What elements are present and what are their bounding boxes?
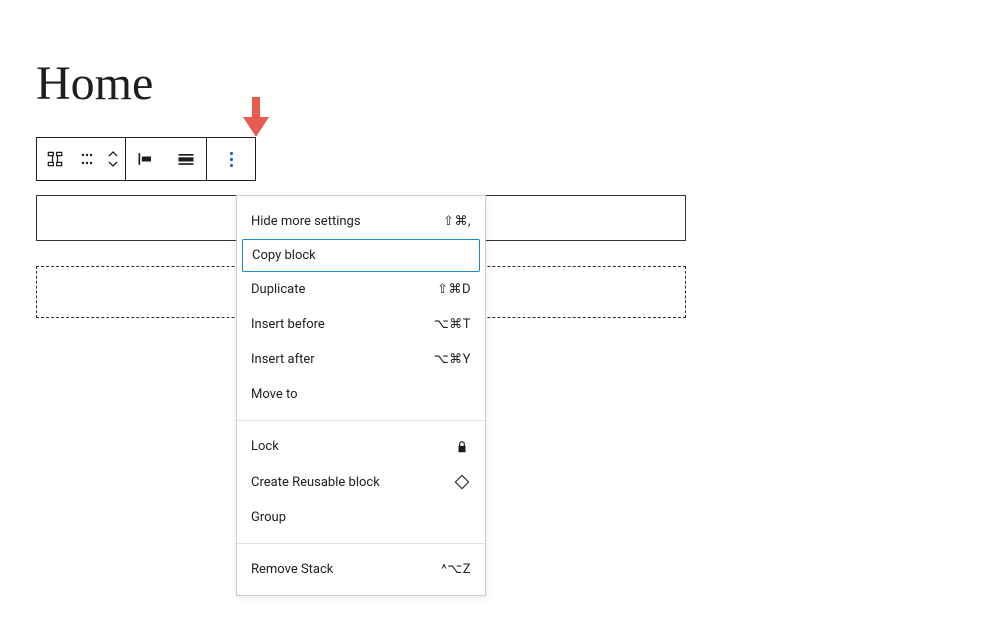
- toolbar-group-align: [126, 138, 207, 180]
- menu-item-shortcut: ⌥⌘T: [434, 317, 471, 332]
- toolbar-group-block: [37, 138, 126, 180]
- lock-icon: [453, 440, 471, 454]
- toolbar-group-more: [207, 138, 255, 180]
- menu-item-label: Hide more settings: [251, 214, 361, 229]
- menu-item-label: Move to: [251, 387, 298, 402]
- menu-remove-stack[interactable]: Remove Stack ^⌥Z: [237, 552, 485, 587]
- menu-item-label: Create Reusable block: [251, 475, 380, 490]
- more-vertical-icon: [230, 152, 233, 167]
- menu-item-label: Copy block: [252, 248, 316, 263]
- more-options-button[interactable]: [207, 138, 255, 180]
- reusable-icon: [453, 474, 471, 490]
- menu-item-shortcut: ⌥⌘Y: [434, 352, 471, 367]
- menu-duplicate[interactable]: Duplicate ⇧⌘D: [237, 272, 485, 307]
- menu-item-shortcut: ⇧⌘,: [443, 214, 471, 229]
- menu-section-1: Hide more settings ⇧⌘, Copy block Duplic…: [237, 196, 485, 421]
- move-up-button[interactable]: [108, 149, 118, 159]
- move-down-button[interactable]: [108, 159, 118, 169]
- menu-insert-before[interactable]: Insert before ⌥⌘T: [237, 307, 485, 342]
- menu-section-2: Lock Create Reusable block Group: [237, 421, 485, 544]
- menu-group[interactable]: Group: [237, 500, 485, 535]
- menu-insert-after[interactable]: Insert after ⌥⌘Y: [237, 342, 485, 377]
- menu-item-label: Insert after: [251, 352, 315, 367]
- menu-item-label: Remove Stack: [251, 562, 333, 577]
- menu-item-label: Group: [251, 510, 286, 525]
- reorder-control: [101, 138, 125, 180]
- menu-lock[interactable]: Lock: [237, 429, 485, 464]
- red-arrow-annotation: [243, 97, 269, 137]
- menu-move-to[interactable]: Move to: [237, 377, 485, 412]
- drag-handle[interactable]: [73, 138, 101, 180]
- align-button[interactable]: [166, 138, 206, 180]
- menu-item-shortcut: ^⌥Z: [441, 562, 471, 577]
- page-title: Home: [36, 56, 153, 111]
- menu-item-label: Insert before: [251, 317, 325, 332]
- block-toolbar: [36, 137, 256, 181]
- menu-create-reusable-block[interactable]: Create Reusable block: [237, 464, 485, 500]
- menu-section-3: Remove Stack ^⌥Z: [237, 544, 485, 595]
- menu-hide-more-settings[interactable]: Hide more settings ⇧⌘,: [237, 204, 485, 239]
- menu-item-shortcut: ⇧⌘D: [437, 282, 471, 297]
- menu-item-label: Duplicate: [251, 282, 305, 297]
- menu-item-label: Lock: [251, 439, 279, 454]
- menu-copy-block[interactable]: Copy block: [242, 239, 480, 272]
- block-options-menu: Hide more settings ⇧⌘, Copy block Duplic…: [236, 195, 486, 596]
- justify-button[interactable]: [126, 138, 166, 180]
- block-type-button[interactable]: [37, 138, 73, 180]
